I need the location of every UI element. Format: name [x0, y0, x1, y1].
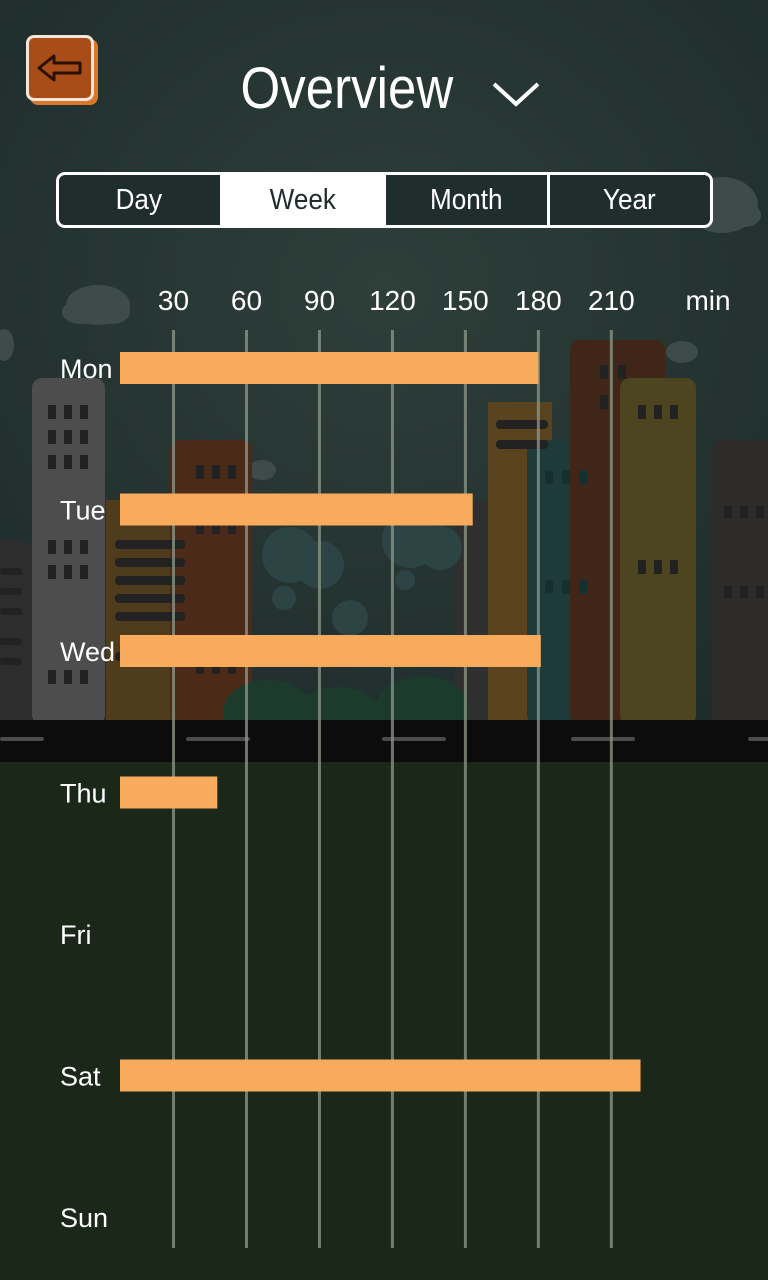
- x-tick-label-120: 120: [369, 285, 416, 316]
- bar-wed: [120, 635, 541, 667]
- x-tick-label-210: 210: [588, 285, 635, 316]
- bar-sat: [120, 1059, 641, 1092]
- bar-tue: [120, 493, 473, 526]
- weekly-usage-chart: 30 60 90 120 150 180 210 min Mon Tue Wed Thu Fri Sat S…: [60, 285, 731, 1248]
- y-label-thu: Thu: [60, 779, 107, 809]
- bar-thu: [120, 776, 218, 809]
- y-label-sat: Sat: [60, 1062, 101, 1092]
- y-label-tue: Tue: [60, 496, 106, 526]
- x-tick-label-30: 30: [158, 285, 189, 316]
- y-label-sun: Sun: [60, 1203, 108, 1233]
- y-label-fri: Fri: [60, 920, 91, 950]
- x-tick-label-150: 150: [442, 285, 489, 316]
- x-tick-label-60: 60: [231, 285, 262, 316]
- y-label-wed: Wed: [60, 637, 115, 667]
- bar-mon: [120, 352, 539, 384]
- x-unit-label: min: [685, 285, 730, 316]
- x-tick-label-90: 90: [304, 285, 335, 316]
- x-tick-label-180: 180: [515, 285, 562, 316]
- y-label-mon: Mon: [60, 354, 113, 384]
